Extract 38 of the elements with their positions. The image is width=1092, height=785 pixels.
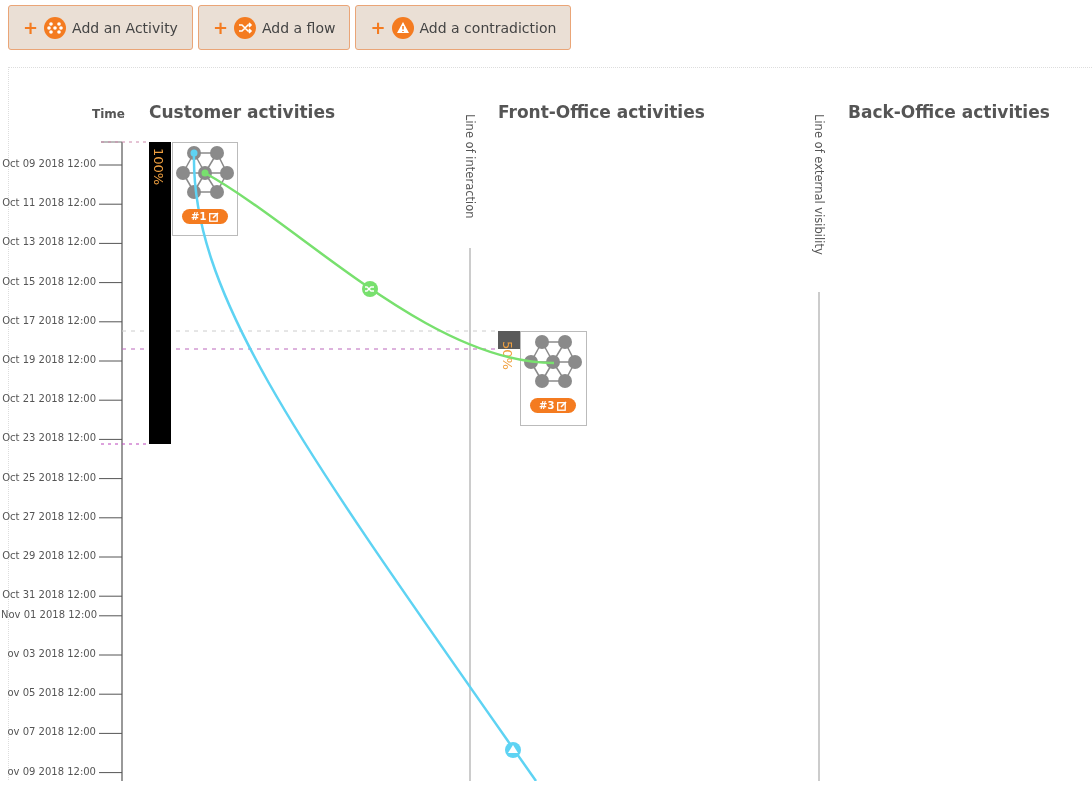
activity-bar[interactable] <box>149 142 171 444</box>
hexagon-network-drawing <box>176 146 234 199</box>
tick-label: Nov 01 2018 12:00 <box>1 608 96 620</box>
tick-label: ov 03 2018 12:00 <box>6 648 96 659</box>
add-flow-button[interactable]: + Add a flow <box>197 5 351 50</box>
shuffle-icon[interactable] <box>362 281 378 297</box>
add-contradiction-button[interactable]: + Add a contradiction <box>355 5 572 50</box>
shuffle-icon <box>234 16 256 39</box>
tick-label: ov 07 2018 12:00 <box>6 726 96 738</box>
percent-label: 100% <box>151 148 166 186</box>
lane-title: Customer activities <box>149 102 336 122</box>
tick-label: Oct 27 2018 12:00 <box>1 510 96 522</box>
tick-label: Oct 31 2018 12:00 <box>1 589 96 601</box>
tick-label: Oct 29 2018 12:00 <box>1 550 96 561</box>
tick-label: Oct 15 2018 12:00 <box>1 275 96 287</box>
edit-icon <box>209 211 220 222</box>
lane-title: Front-Office activities <box>498 102 705 122</box>
tick-label: Oct 17 2018 12:00 <box>1 314 96 326</box>
flow-start-dot <box>201 169 209 177</box>
add-activity-button[interactable]: + Add an Activity <box>8 5 193 50</box>
warning-icon <box>391 16 414 39</box>
tick-label: Oct 13 2018 12:00 <box>1 236 96 248</box>
tick-label: Oct 19 2018 12:00 <box>1 354 96 365</box>
flow-start-dot <box>190 149 198 157</box>
tick-label: ov 09 2018 12:00 <box>6 765 96 777</box>
tick-label: ov 05 2018 12:00 <box>6 687 96 699</box>
tick-label: Oct 11 2018 12:00 <box>1 197 96 209</box>
edit-icon <box>557 400 568 411</box>
tick-label: Oct 21 2018 12:00 <box>1 393 96 405</box>
line-label: Line of interaction <box>463 114 477 219</box>
lane-title: Back-Office activities <box>848 102 1050 122</box>
line-label: Line of external visibility <box>812 114 826 255</box>
hexagon-network-drawing <box>524 335 582 388</box>
tick-label: Oct 09 2018 12:00 <box>1 158 96 169</box>
axis-title: Time <box>92 107 125 121</box>
tick-label: Oct 25 2018 12:00 <box>1 471 96 483</box>
tick-label: Oct 23 2018 12:00 <box>1 432 96 444</box>
warning-icon[interactable] <box>505 742 521 758</box>
